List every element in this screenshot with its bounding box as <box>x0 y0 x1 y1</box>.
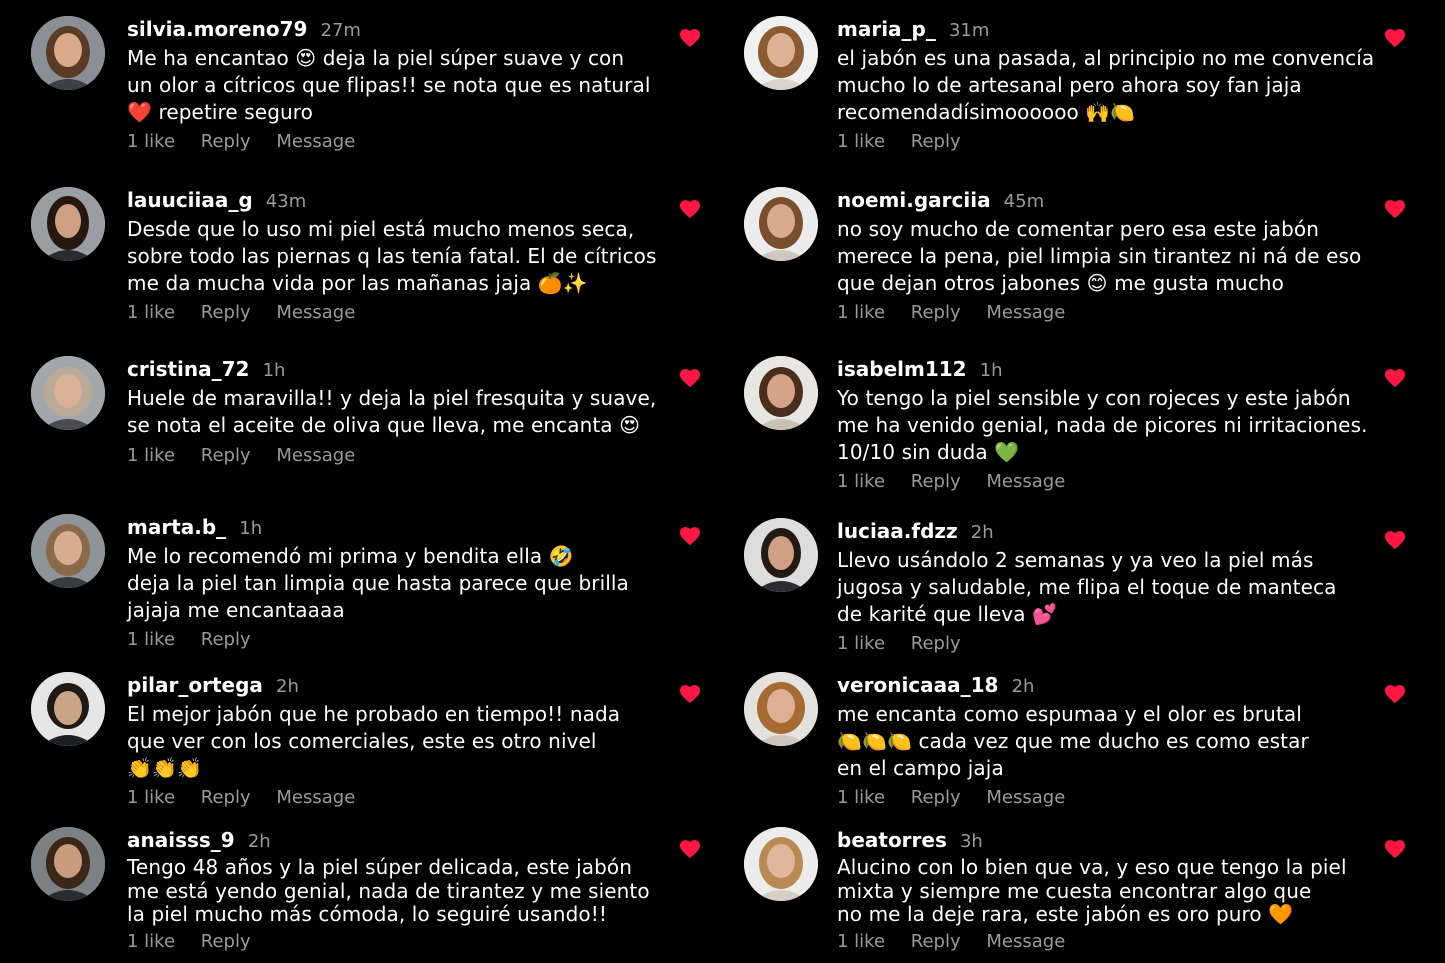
comment-text: Me ha encantao 😍 deja la piel súper suav… <box>127 46 651 124</box>
message-button[interactable]: Message <box>986 931 1065 952</box>
like-count[interactable]: 1 like <box>837 131 885 152</box>
timestamp: 45m <box>1003 191 1045 212</box>
username[interactable]: silvia.moreno79 <box>127 17 307 41</box>
like-count[interactable]: 1 like <box>127 445 175 466</box>
comment-text: Alucino con lo bien que va, y eso que te… <box>837 855 1347 926</box>
username[interactable]: veronicaaa_18 <box>837 673 998 697</box>
reply-button[interactable]: Reply <box>201 131 251 152</box>
avatar[interactable] <box>31 356 105 430</box>
username[interactable]: noemi.garciia <box>837 188 991 212</box>
avatar[interactable] <box>31 187 105 261</box>
timestamp: 2h <box>970 522 994 543</box>
heart-icon[interactable] <box>1384 684 1406 704</box>
username[interactable]: anaisss_9 <box>127 828 235 852</box>
heart-icon[interactable] <box>679 684 701 704</box>
message-button[interactable]: Message <box>276 445 355 466</box>
message-button[interactable]: Message <box>986 302 1065 323</box>
message-button[interactable]: Message <box>986 787 1065 808</box>
timestamp: 2h <box>1011 676 1035 697</box>
timestamp: 2h <box>247 831 271 852</box>
reply-button[interactable]: Reply <box>911 787 961 808</box>
heart-icon[interactable] <box>1384 368 1406 388</box>
username[interactable]: cristina_72 <box>127 357 249 381</box>
comment-text: Huele de maravilla!! y deja la piel fres… <box>127 386 657 437</box>
comment-text: Me lo recomendó mi prima y bendita ella … <box>127 544 629 622</box>
comment-text: Desde que lo uso mi piel está mucho meno… <box>127 217 657 295</box>
username[interactable]: isabelm112 <box>837 357 967 381</box>
like-count[interactable]: 1 like <box>127 302 175 323</box>
timestamp: 3h <box>959 831 983 852</box>
like-count[interactable]: 1 like <box>127 931 175 952</box>
heart-icon[interactable] <box>1384 530 1406 550</box>
username[interactable]: lauuciiaa_g <box>127 188 253 212</box>
like-count[interactable]: 1 like <box>127 131 175 152</box>
heart-icon[interactable] <box>679 839 701 859</box>
comment-text: el jabón es una pasada, al principio no … <box>837 46 1375 124</box>
like-count[interactable]: 1 like <box>837 471 885 492</box>
avatar[interactable] <box>744 827 818 901</box>
comment-text: El mejor jabón que he probado en tiempo!… <box>127 702 621 780</box>
reply-button[interactable]: Reply <box>201 445 251 466</box>
like-count[interactable]: 1 like <box>837 931 885 952</box>
avatar[interactable] <box>31 514 105 588</box>
reply-button[interactable]: Reply <box>201 302 251 323</box>
message-button[interactable]: Message <box>276 787 355 808</box>
message-button[interactable]: Message <box>986 471 1065 492</box>
reply-button[interactable]: Reply <box>201 931 251 952</box>
reply-button[interactable]: Reply <box>201 629 251 650</box>
avatar[interactable] <box>31 16 105 90</box>
avatar[interactable] <box>744 518 818 592</box>
avatar[interactable] <box>744 16 818 90</box>
like-count[interactable]: 1 like <box>837 787 885 808</box>
username[interactable]: marta.b_ <box>127 515 226 539</box>
timestamp: 31m <box>948 20 990 41</box>
reply-button[interactable]: Reply <box>911 633 961 654</box>
heart-icon[interactable] <box>1384 28 1406 48</box>
like-count[interactable]: 1 like <box>837 302 885 323</box>
heart-icon[interactable] <box>1384 199 1406 219</box>
comment-text: no soy mucho de comentar pero esa este j… <box>837 217 1362 295</box>
reply-button[interactable]: Reply <box>911 931 961 952</box>
reply-button[interactable]: Reply <box>201 787 251 808</box>
username[interactable]: luciaa.fdzz <box>837 519 958 543</box>
comment-text: me encanta como espumaa y el olor es bru… <box>837 702 1309 780</box>
heart-icon[interactable] <box>679 28 701 48</box>
message-button[interactable]: Message <box>276 302 355 323</box>
heart-icon[interactable] <box>1384 839 1406 859</box>
avatar[interactable] <box>744 672 818 746</box>
username[interactable]: pilar_ortega <box>127 673 263 697</box>
heart-icon[interactable] <box>679 368 701 388</box>
avatar[interactable] <box>744 187 818 261</box>
comment-text: Yo tengo la piel sensible y con rojeces … <box>837 386 1368 464</box>
reply-button[interactable]: Reply <box>911 131 961 152</box>
like-count[interactable]: 1 like <box>127 629 175 650</box>
avatar[interactable] <box>744 356 818 430</box>
comment-text: Llevo usándolo 2 semanas y ya veo la pie… <box>837 548 1337 626</box>
heart-icon[interactable] <box>679 199 701 219</box>
avatar[interactable] <box>31 672 105 746</box>
timestamp: 1h <box>239 518 263 539</box>
comment-text: Tengo 48 años y la piel súper delicada, … <box>127 855 650 926</box>
username[interactable]: beatorres <box>837 828 947 852</box>
timestamp: 43m <box>265 191 307 212</box>
timestamp: 1h <box>262 360 286 381</box>
timestamp: 1h <box>979 360 1003 381</box>
reply-button[interactable]: Reply <box>911 471 961 492</box>
like-count[interactable]: 1 like <box>837 633 885 654</box>
message-button[interactable]: Message <box>276 131 355 152</box>
reply-button[interactable]: Reply <box>911 302 961 323</box>
timestamp: 27m <box>320 20 361 41</box>
like-count[interactable]: 1 like <box>127 787 175 808</box>
avatar[interactable] <box>31 827 105 901</box>
username[interactable]: maria_p_ <box>837 17 936 41</box>
heart-icon[interactable] <box>679 526 701 546</box>
timestamp: 2h <box>276 676 299 697</box>
